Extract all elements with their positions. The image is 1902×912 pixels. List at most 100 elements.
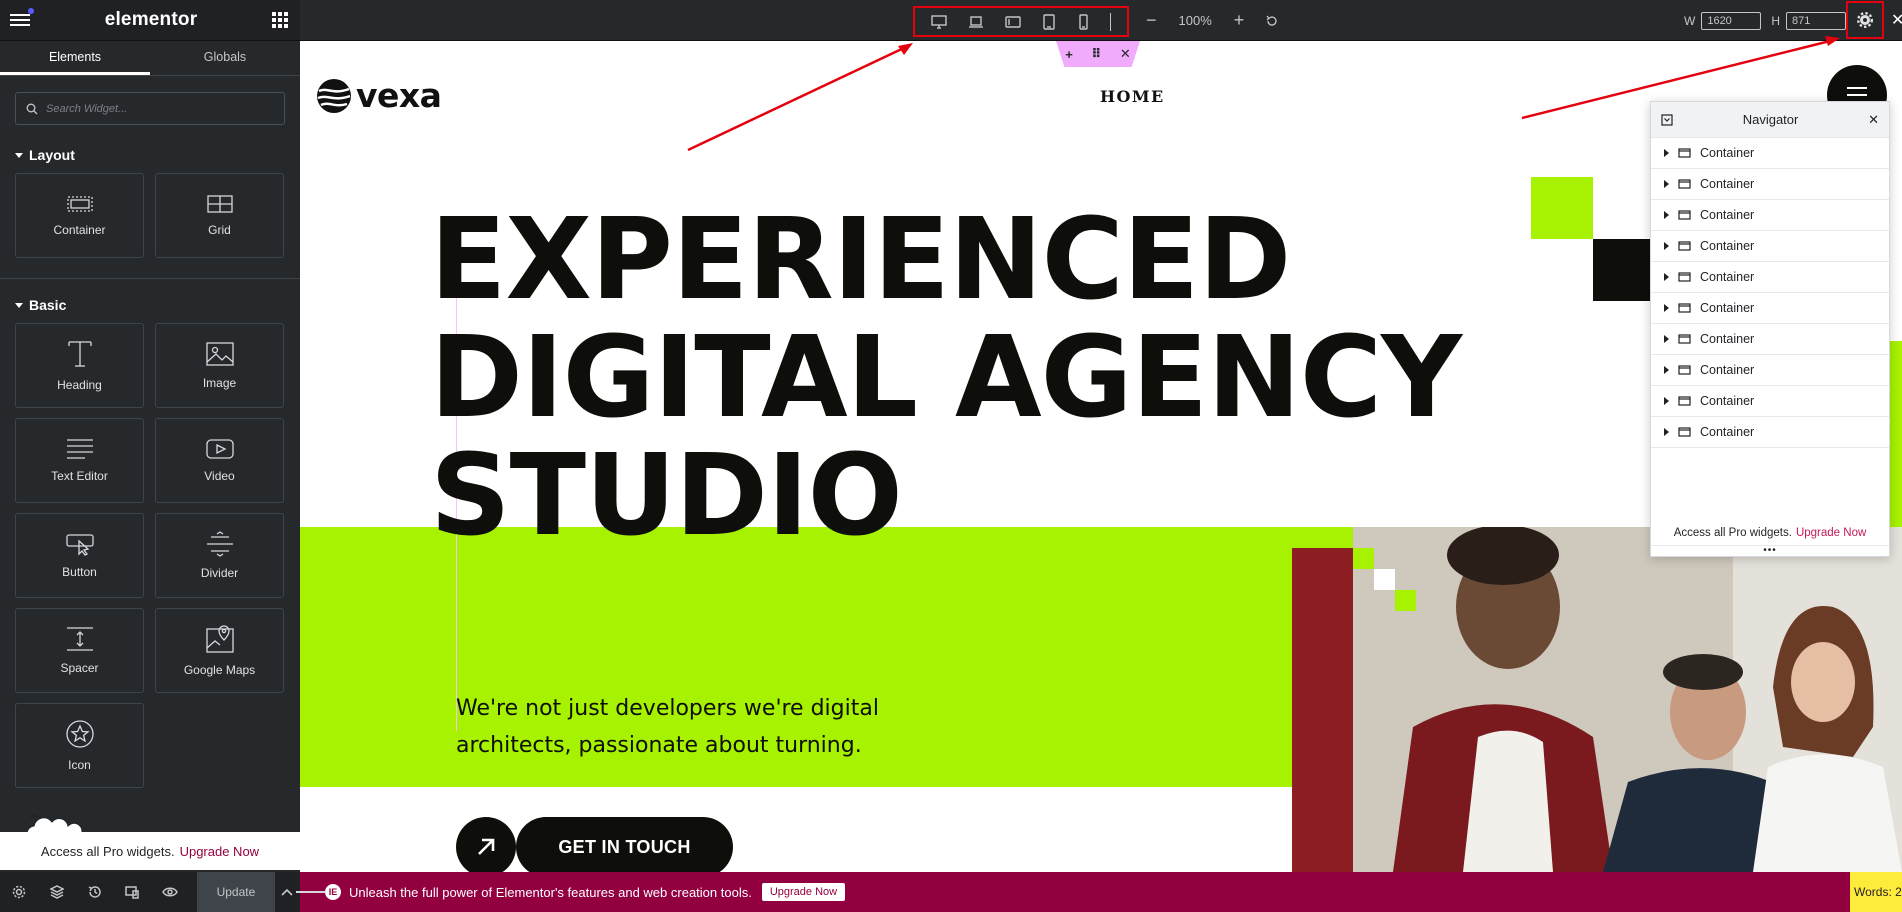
navigator-item[interactable]: Container bbox=[1651, 355, 1889, 386]
settings-footer-button[interactable] bbox=[0, 872, 38, 912]
navigator-item[interactable]: Container bbox=[1651, 293, 1889, 324]
eye-icon bbox=[162, 887, 179, 897]
update-button[interactable]: Update bbox=[197, 872, 275, 912]
navigator-item[interactable]: Container bbox=[1651, 138, 1889, 169]
get-in-touch-button[interactable]: GET IN TOUCH bbox=[516, 817, 733, 872]
accent-block bbox=[1593, 239, 1655, 301]
caret-right-icon[interactable] bbox=[1664, 397, 1669, 405]
navigator-item[interactable]: Container bbox=[1651, 324, 1889, 355]
widget-icon[interactable]: Icon bbox=[15, 703, 144, 788]
widget-divider[interactable]: Divider bbox=[155, 513, 284, 598]
navigator-item-label: Container bbox=[1700, 332, 1755, 346]
editor-topbar: − 100% + W H ✕ bbox=[300, 0, 1902, 41]
navigator-upgrade-link[interactable]: Upgrade Now bbox=[1796, 527, 1866, 539]
widget-button[interactable]: Button bbox=[15, 513, 144, 598]
navigator-footer: Access all Pro widgets. Upgrade Now ••• bbox=[1651, 516, 1889, 556]
close-icon[interactable]: ✕ bbox=[1891, 10, 1902, 30]
tab-elements[interactable]: Elements bbox=[0, 41, 150, 75]
widget-container[interactable]: Container bbox=[15, 173, 144, 258]
widget-heading[interactable]: Heading bbox=[15, 323, 144, 408]
container-icon bbox=[1678, 303, 1691, 313]
drag-handle-icon[interactable]: ⠿ bbox=[1091, 46, 1101, 62]
arrow-button[interactable] bbox=[456, 817, 516, 872]
navigator-item[interactable]: Container bbox=[1651, 262, 1889, 293]
hero-heading[interactable]: EXPERIENCED DIGITAL AGENCY STUDIO bbox=[430, 201, 1530, 555]
widgets-grid-icon[interactable] bbox=[271, 12, 288, 28]
tab-globals[interactable]: Globals bbox=[150, 41, 300, 75]
vexa-logo-mark-icon bbox=[317, 78, 351, 113]
section-layout-title[interactable]: Layout bbox=[0, 139, 300, 171]
tablet-icon[interactable] bbox=[1042, 13, 1056, 30]
navigator-header: Navigator ✕ bbox=[1651, 102, 1889, 138]
desktop-icon[interactable] bbox=[931, 14, 948, 29]
widget-text-editor[interactable]: Text Editor bbox=[15, 418, 144, 503]
width-input[interactable] bbox=[1701, 11, 1762, 30]
upgrade-now-link[interactable]: Upgrade Now bbox=[180, 844, 260, 859]
canvas-dimensions: W H bbox=[1684, 0, 1850, 41]
navigator-item[interactable]: Container bbox=[1651, 386, 1889, 417]
navigator-item-label: Container bbox=[1700, 239, 1755, 253]
caret-right-icon[interactable] bbox=[1664, 366, 1669, 374]
height-input[interactable] bbox=[1786, 11, 1846, 30]
widget-video[interactable]: Video bbox=[155, 418, 284, 503]
navigator-item-label: Container bbox=[1700, 208, 1755, 222]
responsive-mode-button[interactable] bbox=[113, 872, 151, 912]
caret-right-icon[interactable] bbox=[1664, 335, 1669, 343]
navigator-item[interactable]: Container bbox=[1651, 200, 1889, 231]
widget-spacer[interactable]: Spacer bbox=[15, 608, 144, 693]
caret-right-icon[interactable] bbox=[1664, 149, 1669, 157]
notice-upgrade-button[interactable]: Upgrade Now bbox=[761, 883, 846, 901]
navigator-item[interactable]: Container bbox=[1651, 417, 1889, 448]
search-icon bbox=[26, 103, 38, 114]
caret-right-icon[interactable] bbox=[1664, 304, 1669, 312]
widget-image[interactable]: Image bbox=[155, 323, 284, 408]
button-icon bbox=[65, 534, 94, 556]
video-icon bbox=[205, 439, 234, 459]
navigator-item-label: Container bbox=[1700, 394, 1755, 408]
search-input[interactable] bbox=[46, 102, 266, 115]
caret-right-icon[interactable] bbox=[1664, 273, 1669, 281]
container-icon bbox=[1678, 427, 1691, 437]
hero-subtitle[interactable]: We're not just developers we're digital … bbox=[456, 690, 926, 764]
zoom-out-icon[interactable]: − bbox=[1146, 10, 1157, 31]
settings-button[interactable] bbox=[1846, 1, 1884, 39]
responsive-icon bbox=[125, 886, 140, 899]
site-logo[interactable]: vexa bbox=[316, 76, 442, 115]
section-basic-title[interactable]: Basic bbox=[0, 289, 300, 321]
widget-grid[interactable]: Grid bbox=[155, 173, 284, 258]
navigator-item[interactable]: Container bbox=[1651, 169, 1889, 200]
menu-icon[interactable] bbox=[10, 8, 34, 26]
history-button[interactable] bbox=[76, 872, 114, 912]
container-handle: + ⠿ ✕ bbox=[1056, 41, 1140, 67]
navigator-item[interactable]: Container bbox=[1651, 231, 1889, 262]
reset-zoom-icon[interactable] bbox=[1266, 15, 1278, 27]
heading-icon bbox=[67, 341, 92, 367]
laptop-icon[interactable] bbox=[968, 15, 984, 29]
gear-icon bbox=[12, 885, 26, 899]
zoom-in-icon[interactable]: + bbox=[1234, 10, 1245, 31]
accent-block bbox=[1395, 590, 1416, 611]
layers-button[interactable] bbox=[38, 872, 76, 912]
divider-icon bbox=[206, 531, 233, 557]
text-editor-icon bbox=[66, 439, 93, 459]
add-element-icon[interactable]: + bbox=[1065, 47, 1073, 62]
close-icon[interactable]: ✕ bbox=[1868, 112, 1879, 128]
panel-footer: Update bbox=[0, 872, 300, 912]
container-icon bbox=[1678, 241, 1691, 251]
star-icon bbox=[65, 720, 94, 748]
resize-handle[interactable]: ••• bbox=[1651, 545, 1889, 556]
mobile-icon[interactable] bbox=[1077, 13, 1089, 30]
gear-icon bbox=[1857, 12, 1873, 28]
collapse-all-icon[interactable] bbox=[1661, 113, 1673, 126]
word-count-badge: Words: 2 bbox=[1850, 872, 1902, 912]
caret-right-icon[interactable] bbox=[1664, 242, 1669, 250]
tablet-landscape-icon[interactable] bbox=[1005, 15, 1021, 29]
nav-home-link[interactable]: HOME bbox=[1100, 87, 1165, 106]
delete-element-icon[interactable]: ✕ bbox=[1120, 46, 1131, 62]
preview-button[interactable] bbox=[151, 872, 189, 912]
caret-right-icon[interactable] bbox=[1664, 180, 1669, 188]
widget-google-maps[interactable]: Google Maps bbox=[155, 608, 284, 693]
caret-right-icon[interactable] bbox=[1664, 211, 1669, 219]
caret-right-icon[interactable] bbox=[1664, 428, 1669, 436]
device-switcher bbox=[913, 6, 1129, 37]
